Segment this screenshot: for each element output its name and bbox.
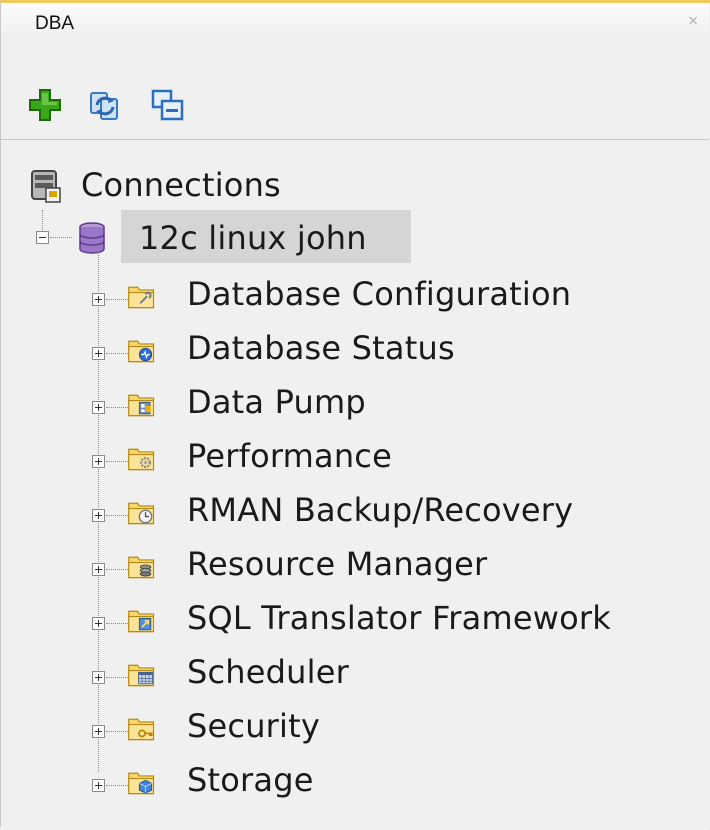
- tree-connector: [106, 353, 128, 354]
- add-connection-button[interactable]: [27, 87, 63, 123]
- expand-toggle[interactable]: [92, 293, 105, 306]
- tree-node-label: Scheduler: [187, 653, 350, 691]
- collapse-icon: [151, 89, 184, 121]
- expand-toggle[interactable]: [92, 401, 105, 414]
- tree-node-label: Performance: [187, 437, 392, 475]
- tree-connector: [42, 210, 43, 230]
- tree-node-label: Security: [187, 707, 321, 745]
- tree-node-label: Resource Manager: [187, 545, 488, 583]
- tree-connector: [106, 461, 128, 462]
- clock-folder-icon: [128, 502, 155, 525]
- database-icon: [79, 222, 105, 254]
- expand-toggle[interactable]: [92, 455, 105, 468]
- close-icon[interactable]: ×: [687, 13, 699, 29]
- expand-toggle[interactable]: [92, 347, 105, 360]
- tree-connector: [50, 237, 72, 238]
- tree-connector: [106, 731, 128, 732]
- tree-node-label: Data Pump: [187, 383, 366, 421]
- expand-toggle[interactable]: [92, 509, 105, 522]
- connection-tree: Connections 12c linux john Database Conf…: [1, 140, 709, 830]
- datapump-folder-icon: [128, 394, 155, 417]
- status-folder-icon: [128, 340, 155, 363]
- tree-node-label: Database Status: [187, 329, 455, 367]
- tree-node-label: RMAN Backup/Recovery: [187, 491, 574, 529]
- cube-folder-icon: [128, 772, 155, 795]
- expand-toggle[interactable]: [92, 617, 105, 630]
- tree-root-label: Connections: [81, 166, 281, 204]
- wrench-folder-icon: [128, 286, 155, 309]
- tree-connector: [106, 299, 128, 300]
- tree-connector: [106, 785, 128, 786]
- dba-panel: DBA × Connections 12c linux john Databas…: [0, 0, 710, 830]
- tree-connector: [106, 569, 128, 570]
- tree-node-label: Storage: [187, 761, 314, 799]
- expand-toggle[interactable]: [92, 725, 105, 738]
- tree-node-label: SQL Translator Framework: [187, 599, 611, 637]
- refresh-button[interactable]: [87, 87, 123, 123]
- tree-connector: [106, 515, 128, 516]
- calendar-folder-icon: [128, 664, 155, 687]
- expand-toggle[interactable]: [92, 563, 105, 576]
- panel-titlebar: DBA ×: [1, 3, 709, 43]
- translator-folder-icon: [128, 610, 155, 633]
- key-folder-icon: [128, 718, 155, 741]
- connection-label: 12c linux john: [139, 219, 367, 257]
- expand-toggle[interactable]: [92, 779, 105, 792]
- tree-connector: [106, 407, 128, 408]
- collapse-all-button[interactable]: [149, 87, 185, 123]
- collapse-toggle[interactable]: [36, 231, 49, 244]
- panel-title: DBA: [35, 13, 75, 34]
- refresh-icon: [90, 92, 118, 120]
- tree-connector: [106, 623, 128, 624]
- green-plus-icon: [29, 89, 61, 121]
- tree-connector: [106, 677, 128, 678]
- disks-folder-icon: [128, 556, 155, 579]
- connections-icon: [31, 170, 61, 203]
- gear-folder-icon: [128, 448, 155, 471]
- tree-node-label: Database Configuration: [187, 275, 572, 313]
- expand-toggle[interactable]: [92, 671, 105, 684]
- panel-toolbar: [1, 43, 709, 140]
